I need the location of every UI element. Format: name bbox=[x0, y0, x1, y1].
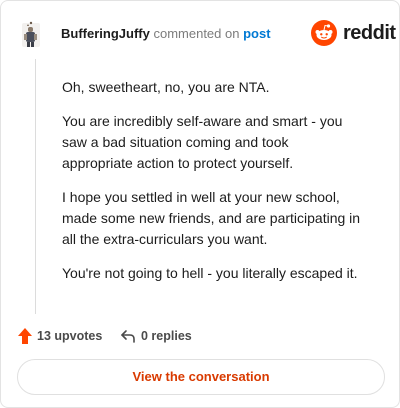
comment-paragraph: I hope you settled in well at your new s… bbox=[62, 189, 361, 247]
reddit-wordmark: reddit bbox=[343, 22, 396, 44]
comment-paragraph: Oh, sweetheart, no, you are NTA. bbox=[62, 79, 270, 95]
comment-header: BufferingJuffy commented on post bbox=[61, 27, 271, 41]
comment-paragraph: You're not going to hell - you literally… bbox=[62, 265, 358, 281]
post-link[interactable]: post bbox=[243, 26, 270, 41]
comment-card: BufferingJuffy commented on post reddit … bbox=[0, 0, 400, 408]
upvote-count: 13 upvotes bbox=[37, 329, 103, 343]
comment-paragraph: You are incredibly self-aware and smart … bbox=[62, 113, 343, 171]
reply-count: 0 replies bbox=[141, 329, 192, 343]
avatar[interactable] bbox=[19, 20, 43, 50]
view-conversation-button[interactable]: View the conversation bbox=[17, 359, 385, 395]
reddit-snoo-icon bbox=[311, 20, 337, 51]
reply-arrow-icon[interactable] bbox=[120, 328, 136, 344]
reddit-logo[interactable]: reddit bbox=[311, 20, 396, 46]
thread-line bbox=[35, 59, 36, 314]
action-text: commented on bbox=[153, 26, 240, 41]
username-link[interactable]: BufferingJuffy bbox=[61, 26, 150, 41]
comment-body: Oh, sweetheart, no, you are NTA. You are… bbox=[62, 77, 362, 297]
upvote-arrow-icon[interactable] bbox=[17, 327, 33, 345]
